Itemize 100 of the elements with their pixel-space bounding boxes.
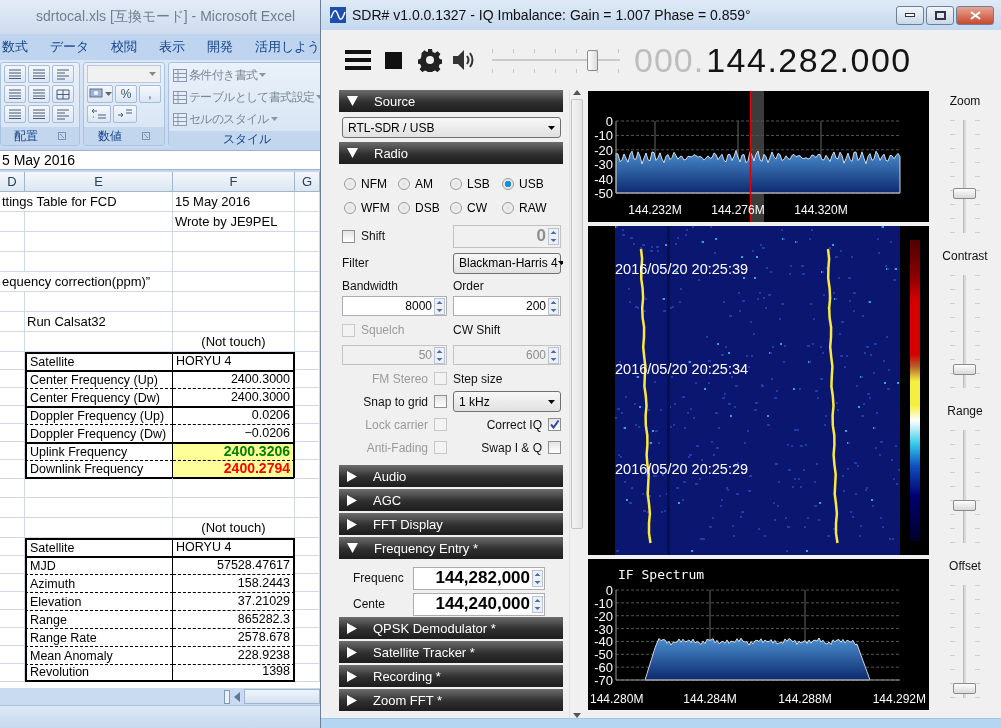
comma-button[interactable]: , bbox=[139, 85, 161, 103]
ribbon-button[interactable] bbox=[52, 85, 74, 103]
sheet-cell[interactable] bbox=[25, 332, 173, 352]
sheet-cell[interactable] bbox=[173, 232, 295, 252]
sheet-cell[interactable] bbox=[0, 252, 25, 272]
sheet-cell[interactable] bbox=[173, 272, 295, 292]
sheet-cell[interactable] bbox=[25, 232, 173, 252]
spin-field[interactable]: 200 bbox=[453, 296, 561, 316]
device-dropdown[interactable]: RTL-SDR / USB bbox=[342, 117, 561, 138]
sheet-cell[interactable] bbox=[0, 538, 25, 556]
checkbox[interactable] bbox=[548, 441, 561, 454]
sheet-cell[interactable] bbox=[0, 370, 25, 388]
checkbox[interactable] bbox=[548, 418, 561, 431]
sheet-cell[interactable]: 15 May 2016 bbox=[173, 192, 295, 212]
section-header[interactable]: Zoom FFT * bbox=[339, 689, 563, 711]
ribbon-button[interactable] bbox=[28, 65, 50, 83]
section-header[interactable]: FFT Display bbox=[339, 513, 563, 535]
section-header[interactable]: AGC bbox=[339, 489, 563, 511]
section-header[interactable]: Source bbox=[339, 90, 563, 112]
sheet-cell[interactable] bbox=[0, 556, 25, 574]
frequency-field[interactable]: 144,282,000 bbox=[413, 566, 545, 590]
step-size-dropdown[interactable]: 1 kHz bbox=[453, 391, 561, 412]
radio-option[interactable]: NFM bbox=[344, 177, 398, 191]
ribbon-button[interactable] bbox=[28, 105, 50, 123]
radio-option[interactable]: WFM bbox=[344, 201, 398, 215]
slider-thumb[interactable] bbox=[953, 500, 976, 512]
sheet-cell[interactable] bbox=[173, 312, 295, 332]
radio-option[interactable]: DSB bbox=[398, 201, 450, 215]
sheet-cell[interactable] bbox=[0, 312, 25, 332]
ribbon-tab[interactable]: 数式 bbox=[2, 38, 28, 56]
sheet-cell[interactable]: equency correction(ppm)” bbox=[0, 272, 173, 292]
radio-option[interactable]: USB bbox=[502, 177, 562, 191]
menu-button[interactable] bbox=[345, 49, 371, 71]
maximize-button[interactable] bbox=[926, 5, 954, 25]
sheet-cell[interactable] bbox=[0, 574, 25, 592]
sheet-cell[interactable]: Run Calsat32 bbox=[25, 312, 173, 332]
sheet-cell[interactable] bbox=[0, 478, 25, 498]
scrollbar[interactable] bbox=[569, 90, 583, 718]
sheet-cell[interactable] bbox=[0, 292, 25, 312]
sheet-cell[interactable] bbox=[173, 252, 295, 272]
sheet-cell[interactable] bbox=[25, 498, 173, 518]
minimize-button[interactable] bbox=[896, 5, 924, 25]
frequency-field[interactable]: 144,240,000 bbox=[413, 592, 545, 616]
sheet-cell[interactable] bbox=[25, 292, 173, 312]
column-header[interactable]: F bbox=[173, 172, 295, 191]
sheet-cell[interactable] bbox=[173, 292, 295, 312]
slider-thumb[interactable] bbox=[953, 682, 976, 694]
scroll-thumb[interactable] bbox=[244, 689, 320, 704]
settings-button[interactable] bbox=[418, 48, 442, 72]
column-header[interactable]: D bbox=[0, 172, 25, 191]
sheet-cell[interactable] bbox=[173, 478, 295, 498]
sheet-cell[interactable]: Wrote by JE9PEL bbox=[173, 212, 295, 232]
sheet-cell[interactable] bbox=[0, 646, 25, 664]
sheet-cell[interactable] bbox=[0, 352, 25, 370]
sheet-cell[interactable] bbox=[0, 212, 25, 232]
sheet-cell[interactable] bbox=[0, 232, 25, 252]
sheet-cell[interactable] bbox=[25, 252, 173, 272]
section-header[interactable]: Satellite Tracker * bbox=[339, 641, 563, 663]
column-header[interactable]: E bbox=[25, 172, 173, 191]
spin-field[interactable]: 8000 bbox=[342, 296, 447, 316]
section-header[interactable]: QPSK Demodulator * bbox=[339, 617, 563, 639]
section-header[interactable]: Radio bbox=[339, 142, 563, 164]
ribbon-tab[interactable]: 表示 bbox=[159, 38, 185, 56]
sheet-cell[interactable]: (Not touch) bbox=[173, 332, 295, 352]
checkbox[interactable] bbox=[342, 229, 355, 243]
sheet-cell[interactable] bbox=[0, 592, 25, 610]
checkbox[interactable] bbox=[434, 395, 447, 408]
sheet-cell[interactable] bbox=[0, 332, 25, 352]
filter-dropdown[interactable]: Blackman-Harris 4 bbox=[453, 252, 561, 274]
slider-thumb[interactable] bbox=[953, 363, 976, 375]
sheet-cell[interactable] bbox=[0, 406, 25, 424]
percent-button[interactable]: % bbox=[115, 85, 137, 103]
sheet-cell[interactable] bbox=[25, 212, 173, 232]
sheet-cell[interactable] bbox=[0, 498, 25, 518]
ribbon-button[interactable] bbox=[4, 65, 26, 83]
sheet-cell[interactable] bbox=[0, 388, 25, 406]
sheet-cell[interactable] bbox=[25, 478, 173, 498]
sheet-cell[interactable]: (Not touch) bbox=[173, 518, 295, 538]
section-header[interactable]: Frequency Entry * bbox=[339, 537, 563, 559]
close-button[interactable] bbox=[956, 5, 994, 25]
scroll-thumb[interactable] bbox=[570, 99, 583, 529]
ribbon-tab[interactable]: 活用しよう bbox=[255, 38, 320, 56]
sheet-cell[interactable] bbox=[173, 498, 295, 518]
ribbon-tab[interactable]: 開発 bbox=[207, 38, 233, 56]
section-header[interactable]: Recording * bbox=[339, 665, 563, 687]
radio-option[interactable]: LSB bbox=[450, 177, 502, 191]
ribbon-tab[interactable]: データ bbox=[50, 38, 89, 56]
section-header[interactable]: Audio bbox=[339, 465, 563, 487]
sheet-cell[interactable] bbox=[0, 610, 25, 628]
sheet-cell[interactable] bbox=[0, 628, 25, 646]
sheet-cell[interactable] bbox=[0, 518, 25, 538]
sheet-cell[interactable] bbox=[0, 424, 25, 442]
radio-option[interactable]: CW bbox=[450, 201, 502, 215]
slider-thumb[interactable] bbox=[586, 50, 598, 71]
sheet-cell[interactable] bbox=[0, 442, 25, 461]
slider-thumb[interactable] bbox=[953, 188, 976, 200]
sheet-cell[interactable] bbox=[0, 664, 25, 682]
split-handle[interactable] bbox=[224, 689, 230, 704]
sheet-cell[interactable] bbox=[0, 460, 25, 480]
stop-button[interactable] bbox=[385, 51, 402, 69]
